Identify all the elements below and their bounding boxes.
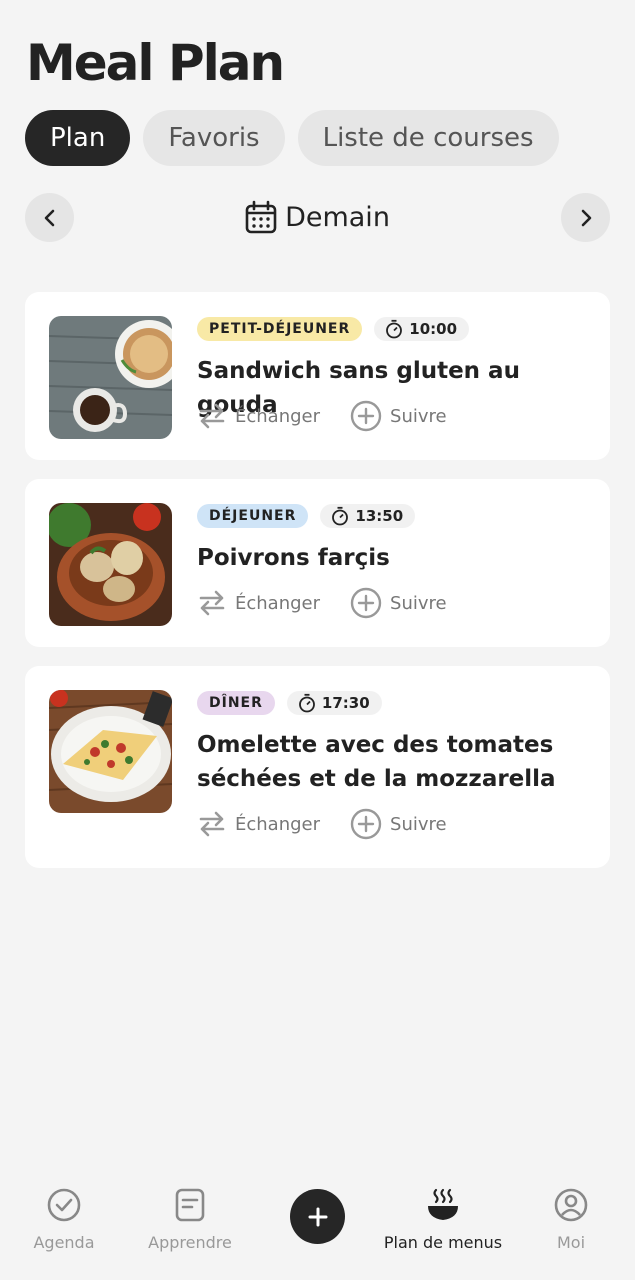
track-label: Suivre [390, 592, 447, 614]
tab-liste-de-courses[interactable]: Liste de courses [297, 110, 559, 166]
time-badge: 13:50 [320, 504, 416, 528]
plus-circle-icon [350, 587, 382, 619]
nav-label: Plan de menus [383, 1233, 503, 1252]
time-text: 10:00 [409, 320, 458, 338]
tab-favoris[interactable]: Favoris [143, 110, 285, 166]
check-circle-icon [47, 1188, 81, 1222]
nav-label: Moi [556, 1233, 586, 1252]
time-badge: 17:30 [286, 691, 382, 715]
category-badge: DÎNER [197, 691, 275, 715]
stopwatch-icon [386, 319, 403, 339]
time-text: 17:30 [321, 694, 370, 712]
nav-agenda[interactable]: Agenda [4, 1185, 124, 1252]
date-text: Demain [285, 201, 390, 233]
swap-button[interactable]: Échanger [197, 809, 320, 839]
meal-name[interactable]: Omelette avec des tomates séchées et de … [197, 728, 592, 796]
stopwatch-icon [332, 506, 349, 526]
meal-photo-dinner[interactable] [49, 690, 172, 813]
user-icon [554, 1188, 588, 1222]
track-label: Suivre [390, 405, 447, 427]
next-day-button[interactable] [561, 193, 610, 242]
meal-card-breakfast[interactable]: PETIT-DÉJEUNER 10:00 Sandwich sans glute… [25, 292, 610, 460]
swap-label: Échanger [235, 813, 321, 835]
tab-plan[interactable]: Plan [25, 110, 131, 166]
meal-actions: Échanger Suivre [197, 808, 477, 840]
plus-circle-icon [350, 400, 382, 432]
meal-meta: PETIT-DÉJEUNER 10:00 [197, 317, 470, 341]
stopwatch-icon [298, 693, 315, 713]
nav-apprendre[interactable]: Apprendre [130, 1185, 250, 1252]
meal-name[interactable]: Poivrons farçis [197, 541, 592, 575]
meal-meta: DÎNER 17:30 [197, 691, 382, 715]
plus-circle-icon [350, 808, 382, 840]
meal-card-lunch[interactable]: DÉJEUNER 13:50 Poivrons farçis Échanger … [25, 479, 610, 647]
nav-label: Apprendre [148, 1233, 232, 1252]
track-button[interactable]: Suivre [350, 400, 447, 432]
swap-button[interactable]: Échanger [197, 401, 320, 431]
category-badge: PETIT-DÉJEUNER [197, 317, 363, 341]
nav-moi[interactable]: Moi [511, 1185, 631, 1252]
swap-label: Échanger [235, 405, 321, 427]
swap-button[interactable]: Échanger [197, 588, 320, 618]
track-button[interactable]: Suivre [350, 587, 447, 619]
add-button[interactable] [290, 1189, 345, 1244]
time-text: 13:50 [355, 507, 404, 525]
chevron-right-icon [581, 209, 591, 226]
date-navigator: Demain [25, 193, 610, 243]
meal-meta: DÉJEUNER 13:50 [197, 504, 416, 528]
page-title: Meal Plan [26, 34, 285, 92]
track-button[interactable]: Suivre [350, 808, 447, 840]
plus-icon [308, 1207, 327, 1226]
meal-photo-lunch[interactable] [49, 503, 172, 626]
document-icon [175, 1188, 205, 1222]
bottom-navigation: Agenda Apprendre Plan de menus Moi [0, 1185, 635, 1280]
swap-arrows-icon [199, 403, 225, 429]
meal-photo-breakfast[interactable] [49, 316, 172, 439]
meal-card-dinner[interactable]: DÎNER 17:30 Omelette avec des tomates sé… [25, 666, 610, 868]
swap-arrows-icon [199, 811, 225, 837]
tab-bar: Plan Favoris Liste de courses [25, 110, 559, 166]
meal-actions: Échanger Suivre [197, 400, 477, 432]
time-badge: 10:00 [374, 317, 470, 341]
meal-actions: Échanger Suivre [197, 587, 477, 619]
swap-label: Échanger [235, 592, 321, 614]
bowl-icon [428, 1188, 458, 1220]
date-label: Demain [25, 200, 610, 234]
category-badge: DÉJEUNER [197, 504, 309, 528]
nav-plan-de-menus[interactable]: Plan de menus [383, 1185, 503, 1252]
track-label: Suivre [390, 813, 447, 835]
swap-arrows-icon [199, 590, 225, 616]
calendar-icon [245, 200, 277, 234]
nav-label: Agenda [33, 1233, 95, 1252]
